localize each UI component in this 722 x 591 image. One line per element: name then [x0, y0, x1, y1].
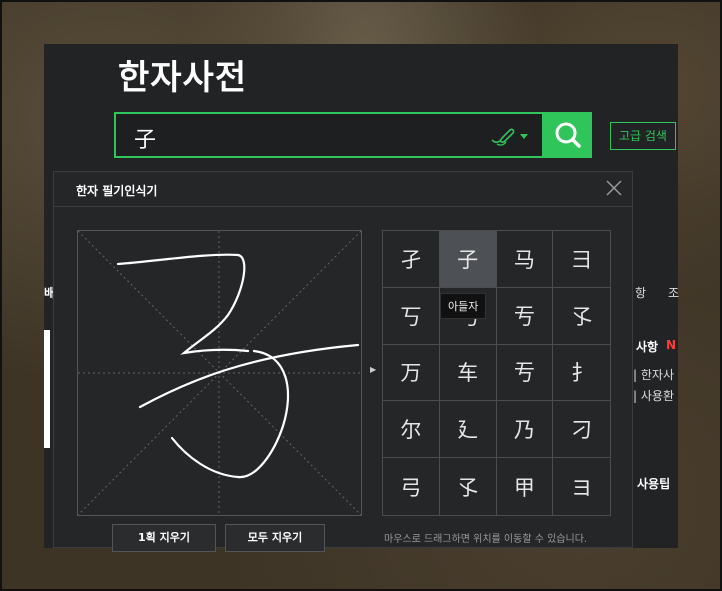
notice-line-2[interactable]: | 사용환 — [633, 387, 674, 404]
handwriting-dialog: 한자 필기인식기 ▶ 孑子马彐丂丐亐孓万车亐扌尔廴乃刁弓孓甲ヨ 아들자 1획 지… — [53, 171, 633, 552]
candidate-cell[interactable]: 彐 — [553, 231, 610, 288]
search-icon — [555, 122, 581, 148]
candidate-grid: 孑子马彐丂丐亐孓万车亐扌尔廴乃刁弓孓甲ヨ — [382, 230, 611, 516]
candidate-cell[interactable]: 孓 — [440, 458, 497, 515]
dialog-close-button[interactable] — [604, 178, 624, 198]
candidate-cell[interactable]: 廴 — [439, 401, 497, 459]
clear-one-stroke-button[interactable]: 1획 지우기 — [112, 524, 216, 552]
candidate-cell[interactable]: 子 — [439, 231, 497, 288]
drag-hint: 마우스로 드래그하면 위치를 이동할 수 있습니다. — [384, 534, 588, 545]
candidate-cell[interactable]: 乃 — [496, 401, 554, 459]
candidate-cell[interactable]: 丂 — [383, 287, 440, 345]
tip-title[interactable]: 사용팁 — [637, 475, 670, 492]
dialog-title: 한자 필기인식기 — [76, 184, 158, 198]
pen-icon — [491, 128, 528, 146]
candidate-cell[interactable]: 尔 — [383, 401, 440, 459]
side-item-top[interactable]: 항 — [635, 284, 646, 301]
advanced-search-button[interactable]: 고급 검색 — [610, 122, 676, 150]
chevron-down-icon — [520, 134, 528, 139]
candidate-cell[interactable]: 弓 — [383, 458, 440, 515]
candidate-cell[interactable]: 甲 — [497, 458, 554, 515]
notice-line-1[interactable]: | 한자사 — [633, 366, 674, 383]
search-input-value: 子 — [134, 128, 157, 153]
candidate-cell[interactable]: 扌 — [553, 345, 610, 402]
arrow-right-icon: ▶ — [370, 365, 377, 374]
side-strip — [44, 330, 50, 448]
candidate-cell[interactable]: 亐 — [496, 287, 554, 345]
candidate-cell[interactable]: 孓 — [553, 288, 610, 345]
canvas-drawing — [77, 230, 362, 516]
handwriting-canvas[interactable] — [77, 230, 362, 516]
candidate-cell[interactable]: 亐 — [496, 344, 554, 402]
notice-title[interactable]: 사항 — [636, 338, 658, 355]
dialog-divider — [54, 206, 632, 207]
close-icon — [606, 180, 622, 196]
candidate-cell[interactable]: ヨ — [553, 458, 610, 515]
handwriting-toggle-button[interactable] — [488, 124, 532, 148]
candidate-cell[interactable]: 万 — [383, 344, 440, 402]
candidate-cell[interactable]: 马 — [496, 231, 554, 288]
new-badge: N — [666, 338, 677, 352]
candidate-cell[interactable]: 车 — [439, 344, 497, 402]
search-input[interactable]: 子 — [114, 112, 544, 158]
search-button[interactable] — [544, 112, 592, 158]
candidate-cell[interactable]: 孑 — [383, 231, 440, 288]
candidate-tooltip: 아들자 — [440, 293, 487, 319]
clear-all-button[interactable]: 모두 지우기 — [225, 524, 325, 552]
page-title: 한자사전 — [118, 58, 248, 98]
candidate-cell[interactable]: 刁 — [553, 401, 610, 459]
side-item-top2[interactable]: 조 — [668, 284, 679, 301]
